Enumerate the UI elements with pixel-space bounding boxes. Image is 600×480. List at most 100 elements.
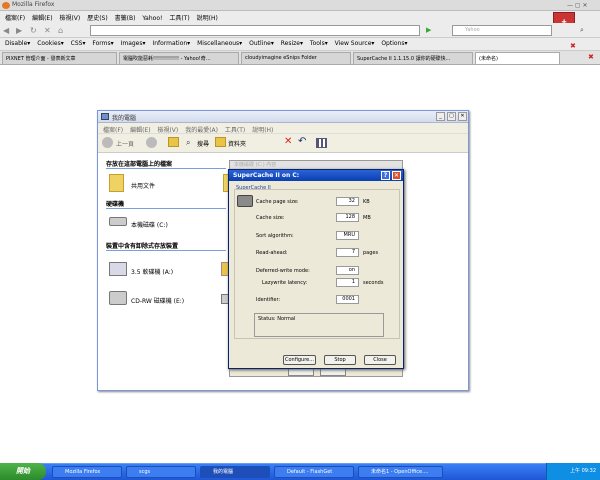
bookmark-tools[interactable]: Tools▾ [310,40,328,47]
forward-icon[interactable]: ▶ [16,26,22,35]
help-button[interactable]: ? [381,171,390,180]
taskbar-item-flashget[interactable]: Default - FlashGet [274,466,354,478]
sort-algorithm-label: Sort algorithm: [256,233,294,239]
search-icon[interactable]: ⌕ [580,26,584,35]
taskbar-item-my-computer[interactable]: 我的電腦 [200,466,270,478]
menu-edit[interactable]: 編輯(E) [32,13,52,22]
tab-untitled[interactable]: (未命名) [475,52,560,64]
lazywrite-latency-label: Lazywrite latency: [262,280,308,286]
views-icon[interactable] [316,138,327,148]
undo-icon[interactable]: ↶ [298,136,306,147]
tab-pixnet[interactable]: PIXNET 管理介面 - 發表新文章 [2,52,117,64]
menu-bookmarks[interactable]: 書籤(B) [115,13,136,22]
bookmark-forms[interactable]: Forms▾ [92,40,113,47]
firefox-menubar: 檔案(F) 編輯(E) 檢視(V) 歷史(S) 書籤(B) Yahoo! 工具(… [0,11,600,23]
close-button[interactable]: ✕ [392,171,401,180]
up-folder-icon[interactable] [168,137,179,147]
bookmark-options[interactable]: Options▾ [381,40,407,47]
clock[interactable]: 上午 09:32 [570,468,596,474]
back-icon[interactable]: ◀ [3,26,9,35]
bookmark-view-source[interactable]: View Source▾ [335,40,375,47]
folders-icon[interactable] [215,137,226,147]
maximize-button[interactable]: ▢ [447,112,456,121]
tab-supercache[interactable]: SuperCache II 1.1.15.0 讓你的硬碟快... [353,52,473,64]
properties-dialog-button[interactable] [320,368,346,376]
configure-button[interactable]: Configure... [283,355,316,365]
properties-dialog-button[interactable] [288,368,314,376]
menu-file[interactable]: 檔案(F) [5,13,25,22]
firefox-icon [2,2,10,9]
local-disk-item[interactable]: 本機磁碟 (C:) [109,214,189,232]
menu-help[interactable]: 說明(H) [197,13,218,22]
cache-page-size-value: 32 [336,197,359,206]
bookmark-outline[interactable]: Outline▾ [249,40,274,47]
lazywrite-latency-value: 1 [336,278,359,287]
close-tab-icon[interactable]: ✖ [588,53,594,61]
read-ahead-unit: pages [363,250,379,256]
back-button-label[interactable]: 上一頁 [116,139,134,148]
reload-icon[interactable]: ↻ [30,26,37,35]
folder-icon [109,174,124,192]
home-icon[interactable]: ⌂ [58,26,63,35]
search-input[interactable]: Yahoo [452,25,552,36]
shared-documents-item[interactable]: 共用文件 [109,174,169,200]
explorer-menu-help[interactable]: 說明(H) [252,125,273,134]
navigation-toolbar: ◀ ▶ ↻ ✕ ⌂ ▶ Yahoo ⌕ [0,23,600,38]
url-bar[interactable] [90,25,420,36]
search-icon[interactable]: ⌕ [186,138,190,148]
window-controls[interactable]: — ▢ ✕ [567,2,597,9]
floppy-drive-item[interactable]: 3.5 軟碟機 (A:) [109,262,189,280]
bookmark-disable[interactable]: Disable▾ [5,40,30,47]
close-toolbar-icon[interactable]: ✖ [570,42,576,50]
identifier-label: Identifier: [256,297,281,303]
explorer-titlebar: 我的電腦 _ ▢ ✕ [98,111,468,123]
explorer-menu-file[interactable]: 檔案(F) [103,125,123,134]
explorer-menu-tools[interactable]: 工具(T) [225,125,245,134]
explorer-menu-edit[interactable]: 編輯(E) [130,125,150,134]
start-button[interactable]: 開始 [0,463,46,480]
taskbar-item-firefox[interactable]: Mozilla Firefox [52,466,122,478]
folders-button-label[interactable]: 資料夾 [228,139,246,148]
menu-history[interactable]: 歷史(S) [87,13,108,22]
lazywrite-latency-unit: seconds [363,280,384,286]
menu-tools[interactable]: 工具(T) [169,13,189,22]
sort-algorithm-value: MRU [336,231,359,240]
bookmarks-toolbar: Disable▾ Cookies▾ CSS▾ Forms▾ Images▾ In… [0,38,600,51]
dialog-titlebar: SuperCache II on C: ? ✕ [229,170,403,181]
dialog-title: SuperCache II on C: [233,172,300,179]
bookmark-resize[interactable]: Resize▾ [281,40,303,47]
cd-drive-icon [109,291,127,305]
go-icon[interactable]: ▶ [426,26,431,34]
menu-yahoo[interactable]: Yahoo! [142,15,162,22]
taskbar-item-scgs[interactable]: scgs [126,466,196,478]
search-button-label[interactable]: 搜尋 [197,139,209,148]
delete-icon[interactable]: ✕ [284,136,292,147]
bookmark-miscellaneous[interactable]: Miscellaneous▾ [197,40,242,47]
bookmark-images[interactable]: Images▾ [121,40,146,47]
cache-size-label: Cache size: [256,215,285,221]
deferred-write-label: Deferred-write mode: [256,268,310,274]
tab-esnips[interactable]: cloudyimagine eSnips Folder [241,52,351,64]
window-title: Mozilla Firefox [12,1,55,8]
bookmark-information[interactable]: Information▾ [152,40,190,47]
close-button[interactable]: ✕ [458,112,467,121]
menu-view[interactable]: 檢視(V) [59,13,80,22]
bookmark-cookies[interactable]: Cookies▾ [37,40,64,47]
bookmark-css[interactable]: CSS▾ [71,40,86,47]
forward-arrow-icon[interactable] [146,137,157,148]
tab-yahoo[interactable]: 電腦吹能惡耗!!!!!!!!!!!!! - Yahoo!奇... [119,52,239,64]
close-dialog-button[interactable]: Close [364,355,396,365]
cache-size-value: 128 [336,213,359,222]
taskbar-item-openoffice[interactable]: 未命名1 - OpenOffice.... [358,466,443,478]
explorer-menu-favorites[interactable]: 我的最愛(A) [185,125,218,134]
floppy-drive-label: 3.5 軟碟機 (A:) [131,269,174,276]
back-arrow-icon[interactable] [102,137,113,148]
section-title: 硬碟機 [106,201,125,208]
explorer-menubar: 檔案(F) 編輯(E) 檢視(V) 我的最愛(A) 工具(T) 說明(H) [98,123,468,134]
explorer-menu-view[interactable]: 檢視(V) [157,125,178,134]
stop-icon[interactable]: ✕ [44,26,51,35]
minimize-button[interactable]: _ [436,112,445,121]
cd-rw-drive-item[interactable]: CD-RW 磁碟機 (E:) [109,291,199,309]
cache-page-size-label: Cache page size: [256,199,299,205]
stop-button[interactable]: Stop [324,355,356,365]
